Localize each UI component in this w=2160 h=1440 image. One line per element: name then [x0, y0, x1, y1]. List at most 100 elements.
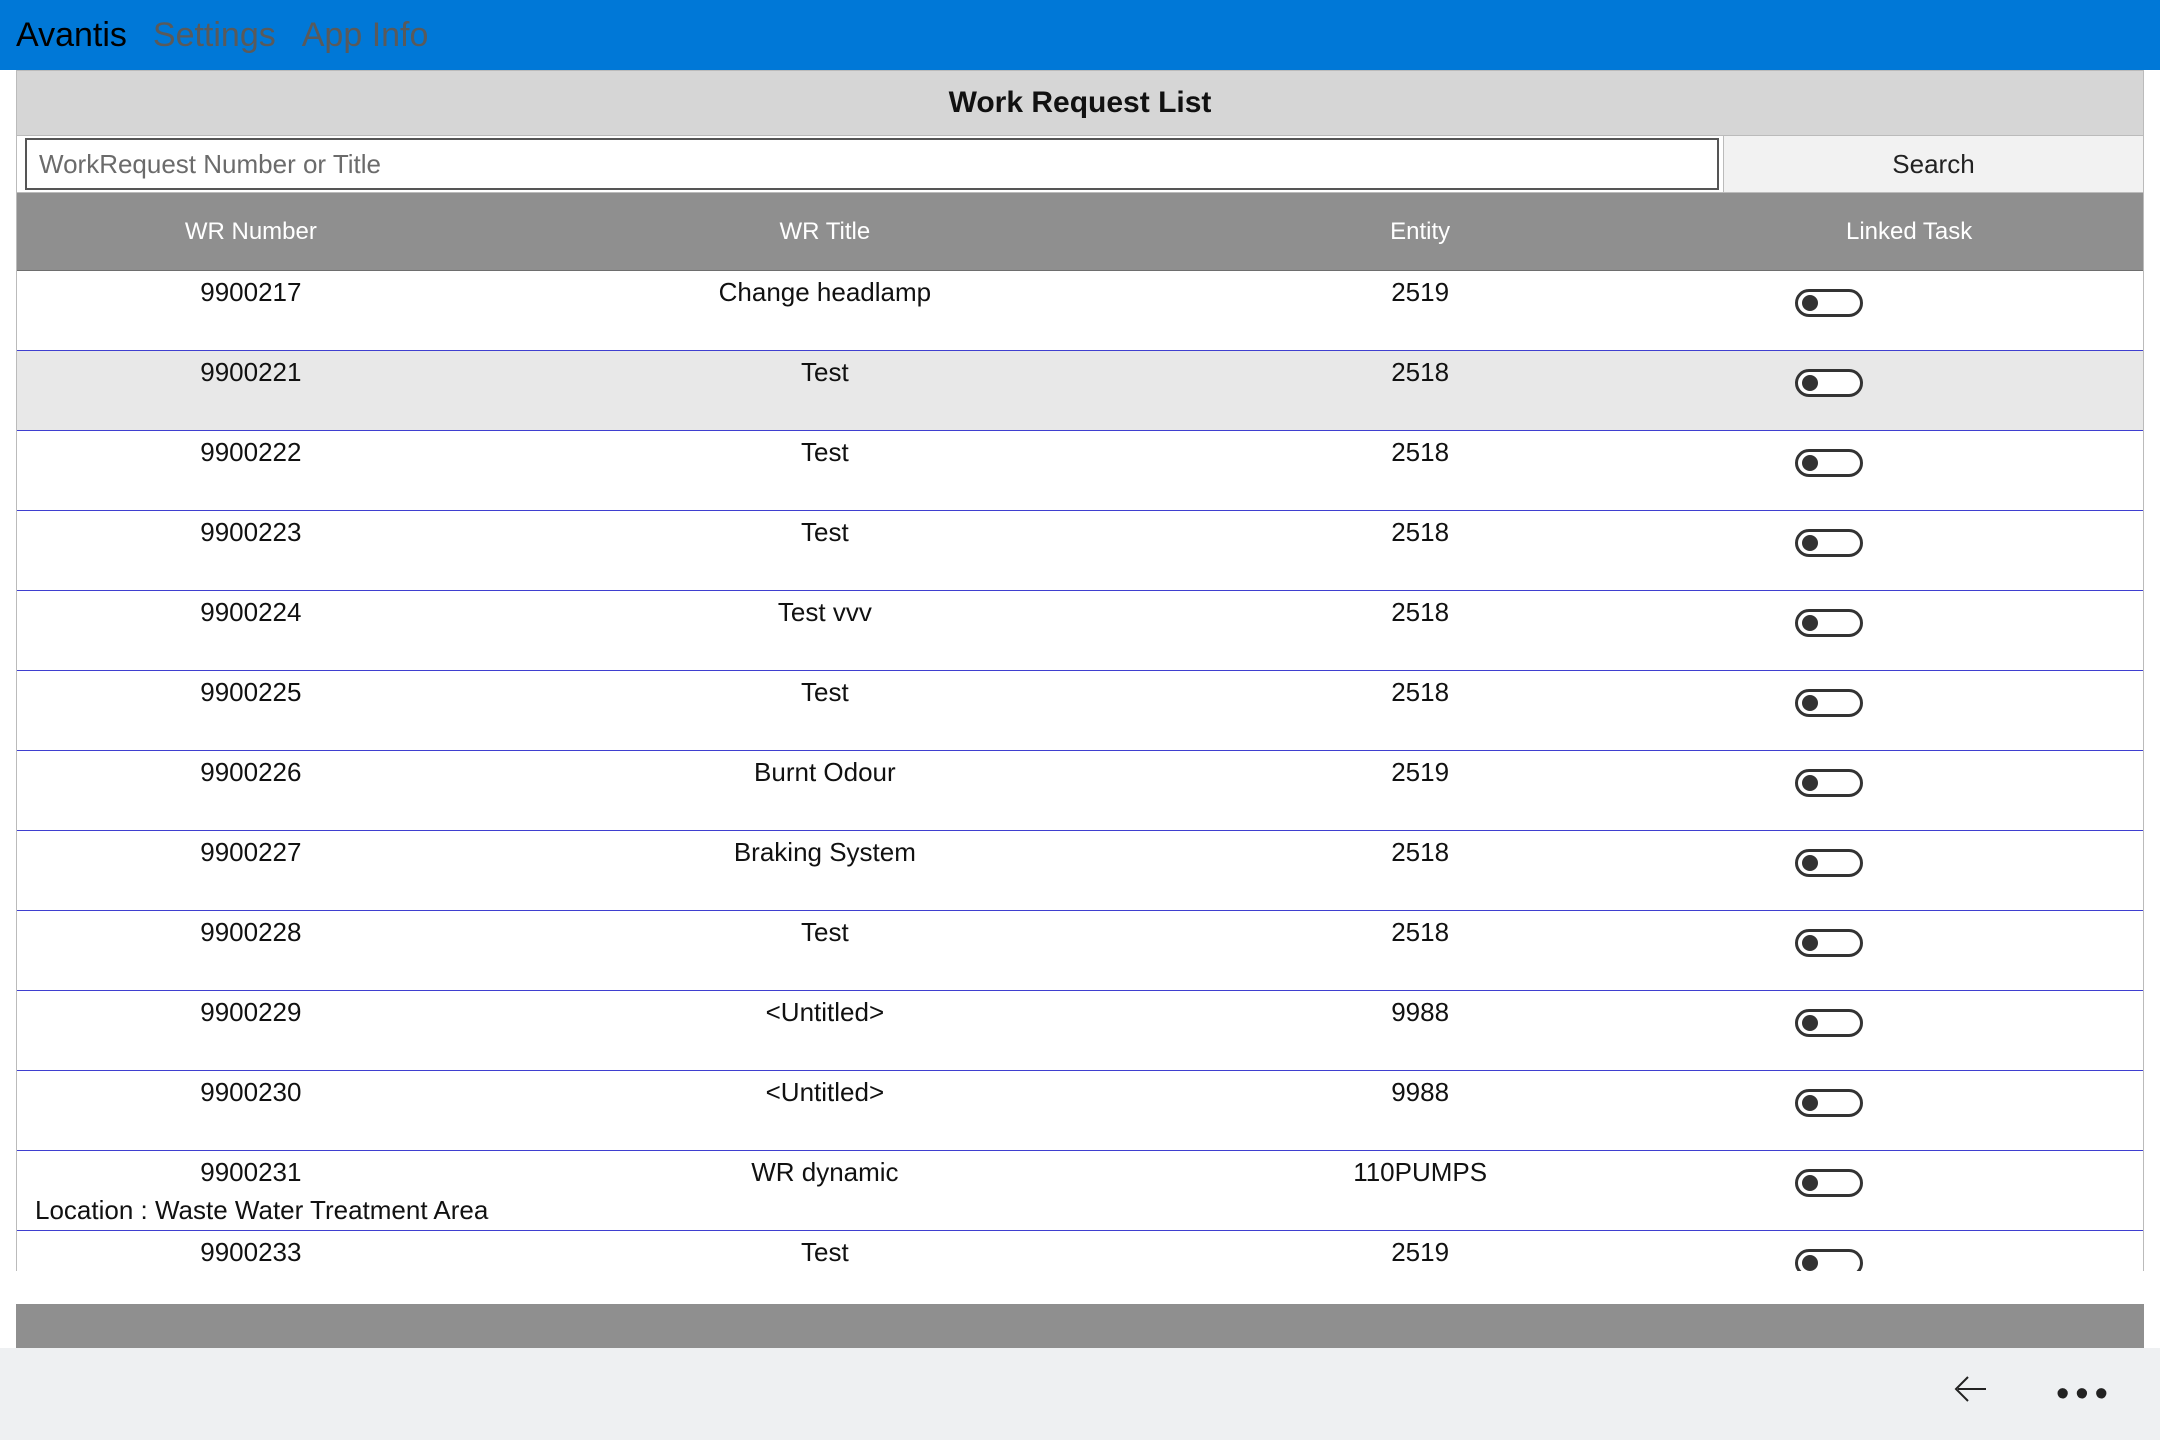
cell-wr-title: Test	[485, 917, 1165, 948]
cell-wr-number: 9900233	[17, 1237, 485, 1268]
linked-task-toggle[interactable]	[1795, 689, 1863, 717]
cell-wr-number: 9900227	[17, 837, 485, 868]
cell-linked-task	[1675, 1077, 2143, 1117]
more-ellipsis-icon: •••	[2056, 1373, 2114, 1415]
cell-linked-task	[1675, 597, 2143, 637]
cell-wr-number: 9900224	[17, 597, 485, 628]
cell-wr-number: 9900231	[17, 1157, 485, 1188]
menu-app-info[interactable]: App Info	[302, 16, 429, 55]
linked-task-toggle[interactable]	[1795, 289, 1863, 317]
cell-entity: 2518	[1165, 597, 1675, 628]
table-row[interactable]: 9900227Braking System2518	[17, 831, 2143, 911]
cell-entity: 110PUMPS	[1165, 1157, 1675, 1188]
cell-wr-number: 9900228	[17, 917, 485, 948]
cell-linked-task	[1675, 277, 2143, 317]
linked-task-toggle[interactable]	[1795, 849, 1863, 877]
table-footer-strip	[16, 1304, 2144, 1348]
cell-linked-task	[1675, 1157, 2143, 1197]
table-row[interactable]: 9900222Test2518	[17, 431, 2143, 511]
cell-entity: 2519	[1165, 277, 1675, 308]
linked-task-toggle[interactable]	[1795, 369, 1863, 397]
cell-wr-title: WR dynamic	[485, 1157, 1165, 1188]
cell-wr-title: Change headlamp	[485, 277, 1165, 308]
linked-task-toggle[interactable]	[1795, 1169, 1863, 1197]
cell-linked-task	[1675, 677, 2143, 717]
table-rows-viewport[interactable]: 9900217Change headlamp25199900221Test251…	[17, 271, 2143, 1271]
linked-task-toggle[interactable]	[1795, 1009, 1863, 1037]
more-button[interactable]: •••	[2056, 1373, 2112, 1416]
cell-linked-task	[1675, 1237, 2143, 1271]
cell-entity: 2519	[1165, 1237, 1675, 1268]
cell-linked-task	[1675, 997, 2143, 1037]
menu-avantis[interactable]: Avantis	[16, 16, 127, 55]
cell-wr-number: 9900222	[17, 437, 485, 468]
cell-wr-title: Braking System	[485, 837, 1165, 868]
menu-settings[interactable]: Settings	[153, 16, 276, 55]
cell-wr-number: 9900230	[17, 1077, 485, 1108]
cell-linked-task	[1675, 757, 2143, 797]
cell-wr-title: Test vvv	[485, 597, 1165, 628]
cell-wr-number: 9900217	[17, 277, 485, 308]
cell-entity: 9988	[1165, 1077, 1675, 1108]
cell-wr-number: 9900223	[17, 517, 485, 548]
linked-task-toggle[interactable]	[1795, 1249, 1863, 1271]
cell-entity: 2518	[1165, 837, 1675, 868]
table-row[interactable]: 9900233Test2519	[17, 1231, 2143, 1271]
linked-task-toggle[interactable]	[1795, 929, 1863, 957]
top-menu-bar: Avantis Settings App Info	[0, 0, 2160, 70]
cell-wr-title: Burnt Odour	[485, 757, 1165, 788]
cell-entity: 9988	[1165, 997, 1675, 1028]
table-row[interactable]: 9900217Change headlamp2519	[17, 271, 2143, 351]
cell-wr-title: Test	[485, 677, 1165, 708]
cell-linked-task	[1675, 517, 2143, 557]
linked-task-toggle[interactable]	[1795, 769, 1863, 797]
linked-task-toggle[interactable]	[1795, 529, 1863, 557]
table-row[interactable]: 9900225Test2518	[17, 671, 2143, 751]
linked-task-toggle[interactable]	[1795, 449, 1863, 477]
cell-entity: 2519	[1165, 757, 1675, 788]
search-button[interactable]: Search	[1723, 136, 2143, 192]
cell-wr-number: 9900221	[17, 357, 485, 388]
cell-wr-title: Test	[485, 1237, 1165, 1268]
cell-wr-title: <Untitled>	[485, 997, 1165, 1028]
linked-task-toggle[interactable]	[1795, 1089, 1863, 1117]
cell-wr-title: Test	[485, 357, 1165, 388]
page-title: Work Request List	[16, 70, 2144, 136]
cell-entity: 2518	[1165, 437, 1675, 468]
col-header-entity: Entity	[1165, 218, 1675, 246]
table-row[interactable]: 9900224Test vvv2518	[17, 591, 2143, 671]
cell-linked-task	[1675, 437, 2143, 477]
cell-entity: 2518	[1165, 677, 1675, 708]
table-row[interactable]: 9900221Test2518	[17, 351, 2143, 431]
table-row[interactable]: 9900228Test2518	[17, 911, 2143, 991]
cell-wr-number: 9900226	[17, 757, 485, 788]
search-input[interactable]	[25, 138, 1719, 190]
row-subtext: Location : Waste Water Treatment Area	[35, 1195, 488, 1226]
cell-wr-title: Test	[485, 437, 1165, 468]
cell-wr-title: <Untitled>	[485, 1077, 1165, 1108]
search-bar: Search	[16, 136, 2144, 193]
app-command-bar: •••	[0, 1348, 2160, 1440]
cell-linked-task	[1675, 357, 2143, 397]
cell-wr-number: 9900229	[17, 997, 485, 1028]
cell-linked-task	[1675, 917, 2143, 957]
cell-wr-number: 9900225	[17, 677, 485, 708]
table-row[interactable]: 9900230<Untitled>9988	[17, 1071, 2143, 1151]
cell-entity: 2518	[1165, 917, 1675, 948]
table-row[interactable]: 9900231WR dynamic110PUMPS Location : Wast…	[17, 1151, 2143, 1231]
col-header-wr-number: WR Number	[17, 218, 485, 246]
cell-linked-task	[1675, 837, 2143, 877]
table-row[interactable]: 9900223Test2518	[17, 511, 2143, 591]
back-arrow-icon	[1952, 1369, 1992, 1409]
col-header-linked-task: Linked Task	[1675, 218, 2143, 246]
table-row[interactable]: 9900226Burnt Odour2519	[17, 751, 2143, 831]
linked-task-toggle[interactable]	[1795, 609, 1863, 637]
table-row[interactable]: 9900229<Untitled>9988	[17, 991, 2143, 1071]
cell-entity: 2518	[1165, 357, 1675, 388]
cell-entity: 2518	[1165, 517, 1675, 548]
work-request-table: WR Number WR Title Entity Linked Task 99…	[16, 193, 2144, 1271]
table-header: WR Number WR Title Entity Linked Task	[17, 193, 2143, 271]
cell-wr-title: Test	[485, 517, 1165, 548]
col-header-wr-title: WR Title	[485, 218, 1165, 246]
back-button[interactable]	[1944, 1369, 2000, 1419]
